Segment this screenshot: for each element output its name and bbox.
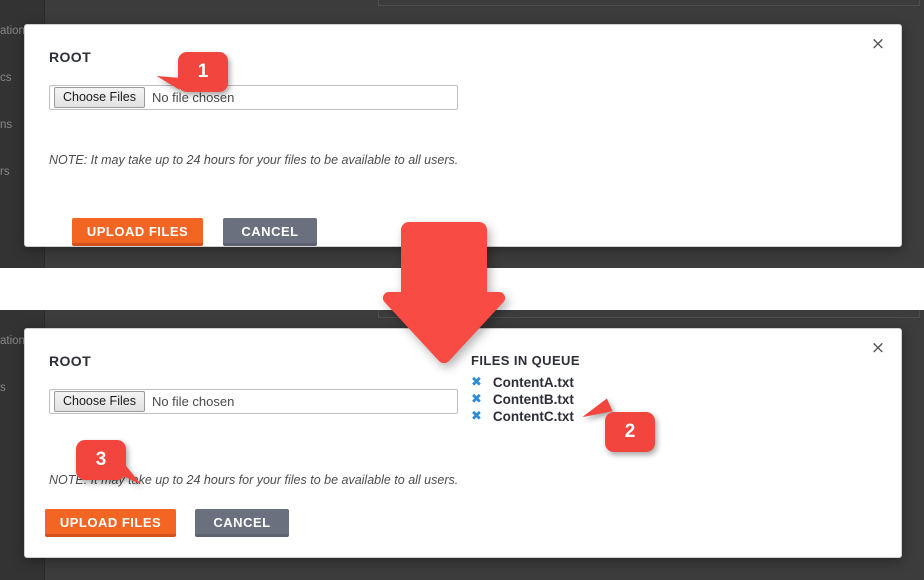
cancel-button[interactable]: CANCEL <box>223 218 317 246</box>
list-item: ✖ ContentC.txt <box>471 409 580 424</box>
queued-file-name: ContentB.txt <box>492 392 574 407</box>
callout-badge-3: 3 <box>76 440 146 490</box>
cancel-button[interactable]: CANCEL <box>195 509 289 537</box>
file-input-field[interactable]: Choose Files No file chosen <box>49 85 458 110</box>
file-input-field[interactable]: Choose Files No file chosen <box>49 389 458 414</box>
file-input-placeholder: No file chosen <box>151 90 235 105</box>
close-icon[interactable]: × <box>867 33 889 55</box>
callout-number: 2 <box>624 421 636 442</box>
close-icon[interactable]: × <box>867 337 889 359</box>
callout-badge-1: 1 <box>154 52 228 92</box>
upload-files-button[interactable]: UPLOAD FILES <box>72 218 203 246</box>
queued-file-name: ContentC.txt <box>492 409 574 424</box>
choose-files-button[interactable]: Choose Files <box>54 391 145 412</box>
callout-number: 3 <box>95 449 107 470</box>
down-arrow-annotation <box>383 222 505 364</box>
background-panel-top <box>378 0 920 6</box>
queued-file-name: ContentA.txt <box>492 375 574 390</box>
dialog-title: ROOT <box>49 353 92 369</box>
file-input-placeholder: No file chosen <box>151 394 235 409</box>
remove-file-icon[interactable]: ✖ <box>471 409 482 424</box>
upload-files-button[interactable]: UPLOAD FILES <box>45 509 176 537</box>
callout-badge-2: 2 <box>579 398 655 452</box>
list-item: ✖ ContentA.txt <box>471 375 580 390</box>
remove-file-icon[interactable]: ✖ <box>471 392 482 407</box>
upload-dialog-top: × ROOT Choose Files No file chosen NOTE:… <box>24 24 902 247</box>
dialog-title: ROOT <box>49 49 92 65</box>
remove-file-icon[interactable]: ✖ <box>471 375 482 390</box>
upload-note: NOTE: It may take up to 24 hours for you… <box>49 153 459 167</box>
choose-files-button[interactable]: Choose Files <box>54 87 145 108</box>
callout-number: 1 <box>197 61 209 82</box>
list-item: ✖ ContentB.txt <box>471 392 580 407</box>
